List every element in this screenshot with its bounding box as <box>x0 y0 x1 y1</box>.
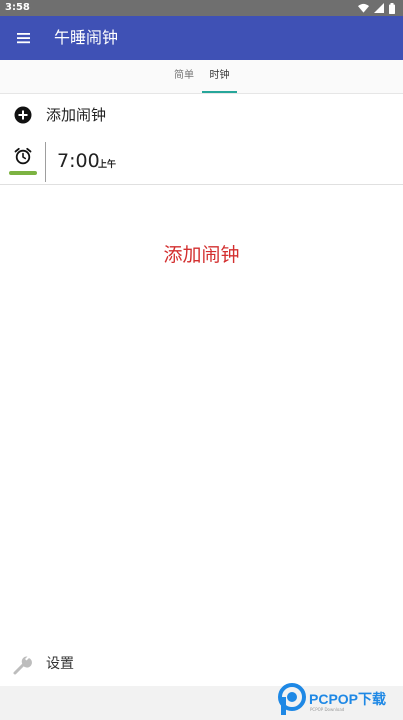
watermark: PCPOP下载 PCPOP Download <box>278 683 403 720</box>
tab-clock[interactable]: 时钟 <box>202 60 237 93</box>
watermark-suffix: 下载 <box>358 691 387 707</box>
alarm-divider <box>45 142 46 182</box>
alarm-item[interactable]: 7:00 上午 <box>0 138 403 185</box>
alarm-period: 上午 <box>98 160 117 170</box>
app-title: 午睡闹钟 <box>54 28 119 47</box>
tab-bar: 简单 时钟 <box>0 60 403 94</box>
add-alarm-prompt: 添加闹钟 <box>163 244 240 266</box>
wrench-icon <box>13 656 32 675</box>
battery-icon <box>389 2 395 14</box>
wifi-icon <box>358 3 369 13</box>
settings-row[interactable]: 设置 <box>0 648 403 684</box>
settings-label: 设置 <box>46 656 74 672</box>
alarm-time[interactable]: 7:00 <box>57 150 100 172</box>
watermark-sub: PCPOP Download <box>310 707 345 712</box>
status-bar: 3:58 <box>0 0 403 16</box>
alarm-clock-icon[interactable] <box>14 147 32 165</box>
status-icons <box>358 2 395 14</box>
app-bar: 午睡闹钟 <box>0 16 403 60</box>
tab-simple[interactable]: 简单 <box>166 60 202 93</box>
add-circle-icon <box>14 106 32 124</box>
alarm-enabled-indicator[interactable] <box>9 171 37 175</box>
watermark-brand: PCPOP下载 <box>309 689 386 709</box>
add-alarm-label: 添加闹钟 <box>46 106 107 124</box>
signal-icon <box>374 3 384 13</box>
menu-icon[interactable] <box>13 27 35 49</box>
watermark-logo <box>278 683 306 715</box>
add-alarm-row[interactable]: 添加闹钟 <box>0 96 403 134</box>
tab-label: 时钟 <box>209 70 230 81</box>
status-time: 3:58 <box>5 2 30 13</box>
watermark-brand-text: PCPOP <box>309 691 359 707</box>
tab-indicator <box>202 91 237 93</box>
tab-label: 简单 <box>174 70 194 81</box>
